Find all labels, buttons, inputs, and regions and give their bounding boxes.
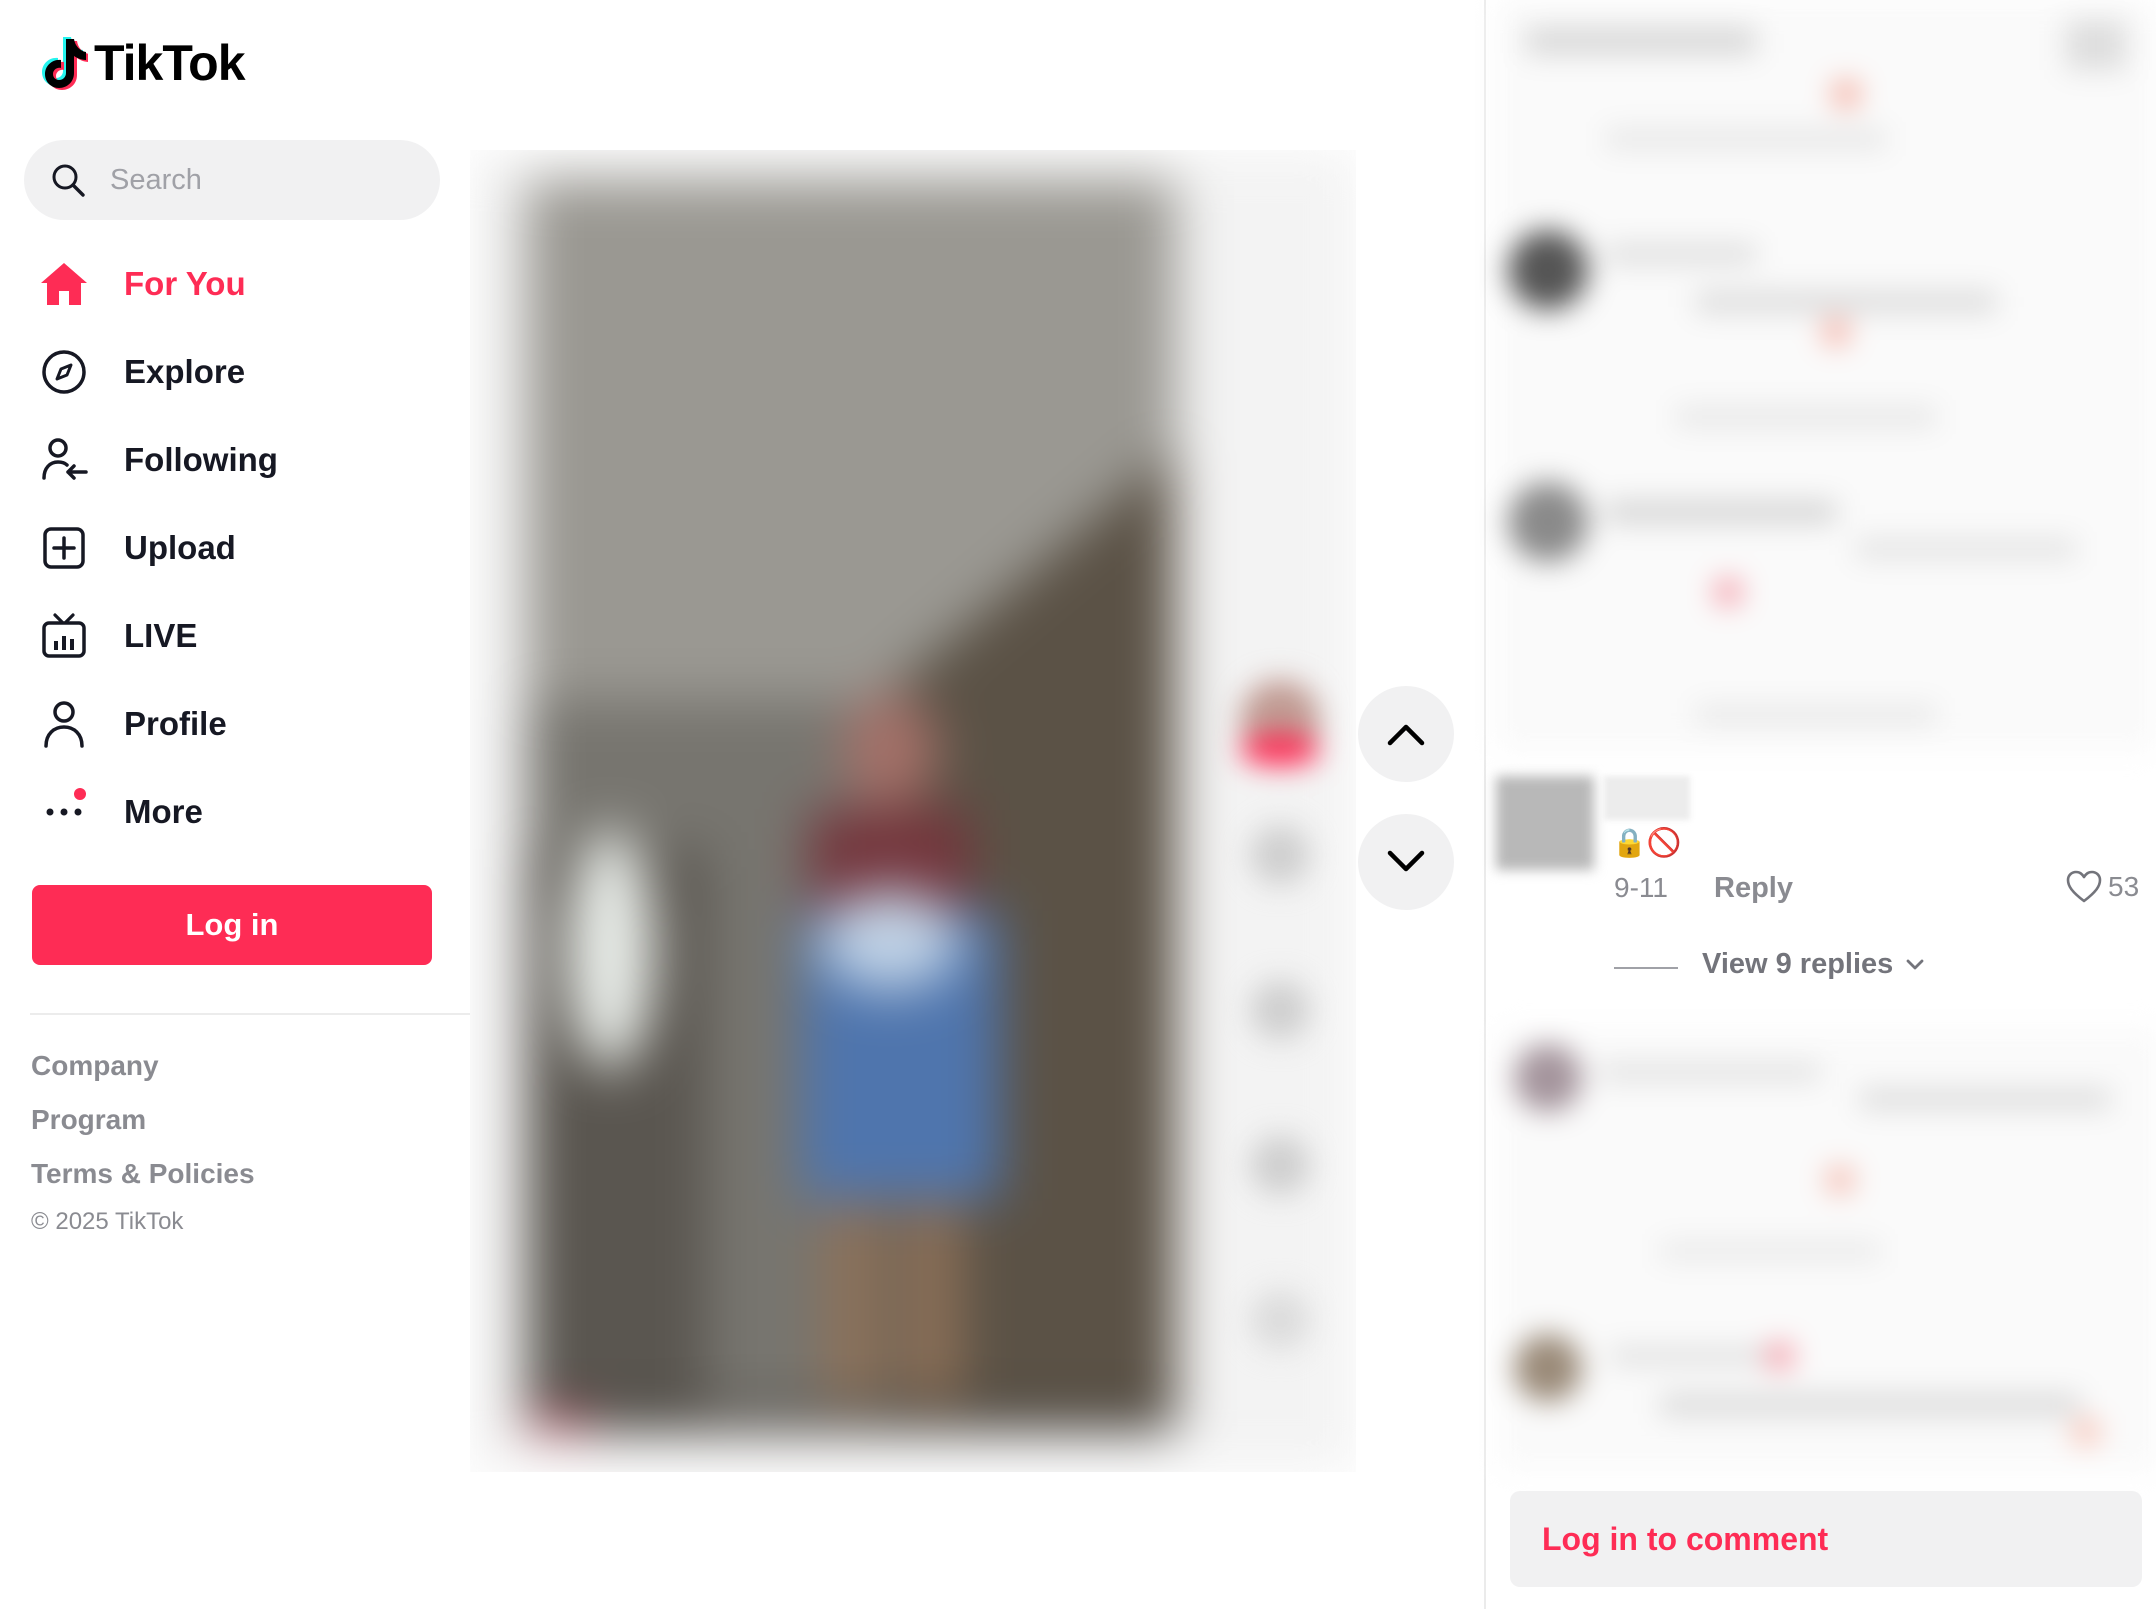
nav-item-explore[interactable]: Explore xyxy=(36,340,436,404)
view-replies-button[interactable]: View 9 replies xyxy=(1702,948,1925,981)
panel-divider xyxy=(1484,0,1486,1609)
comment-avatar[interactable] xyxy=(1496,776,1594,870)
nav-label: More xyxy=(124,793,203,830)
comments-list-blurred-bottom xyxy=(1500,1030,2156,1470)
footer-link-terms[interactable]: Terms & Policies xyxy=(31,1158,255,1190)
nav-item-for-you[interactable]: For You xyxy=(36,252,436,316)
search-bar[interactable] xyxy=(24,140,440,220)
compass-icon xyxy=(36,344,92,400)
footer-link-program[interactable]: Program xyxy=(31,1104,146,1136)
profile-icon xyxy=(36,696,92,752)
comment-like-button[interactable]: 53 xyxy=(2066,870,2139,904)
login-button[interactable]: Log in xyxy=(32,885,432,965)
next-video-button[interactable] xyxy=(1358,814,1454,910)
chevron-down-icon xyxy=(1387,850,1425,872)
tiktok-logo[interactable]: TikTok xyxy=(38,34,246,92)
sidebar-divider xyxy=(30,1013,470,1015)
nav-item-live[interactable]: LIVE xyxy=(36,604,436,668)
nav-item-profile[interactable]: Profile xyxy=(36,692,436,756)
following-icon xyxy=(36,432,92,488)
search-icon xyxy=(48,160,88,200)
view-replies-label: View 9 replies xyxy=(1702,948,1894,980)
nav-label: Following xyxy=(124,441,278,478)
home-icon xyxy=(36,256,92,312)
login-to-comment-box[interactable]: Log in to comment xyxy=(1510,1491,2142,1587)
nav-item-more[interactable]: More xyxy=(36,780,436,844)
reply-button[interactable]: Reply xyxy=(1714,872,1793,905)
video-action-column xyxy=(1220,620,1360,1470)
nav-item-upload[interactable]: Upload xyxy=(36,516,436,580)
upload-icon xyxy=(36,520,92,576)
comment-date: 9-11 xyxy=(1614,872,1668,903)
copyright-text: © 2025 TikTok xyxy=(31,1208,184,1235)
nav-label: Explore xyxy=(124,353,246,390)
logo-wordmark: TikTok xyxy=(94,35,246,91)
comment-username[interactable] xyxy=(1604,776,1690,820)
live-icon xyxy=(36,608,92,664)
nav-item-following[interactable]: Following xyxy=(36,428,436,492)
like-count: 53 xyxy=(2108,871,2140,902)
comments-list-blurred-top xyxy=(1496,0,2156,750)
nav-label: Profile xyxy=(124,705,227,742)
nav-label: Upload xyxy=(124,529,236,566)
search-input[interactable] xyxy=(108,162,412,198)
chevron-down-icon xyxy=(1906,959,1924,969)
chevron-up-icon xyxy=(1387,724,1425,746)
previous-video-button[interactable] xyxy=(1358,686,1454,782)
nav-label: For You xyxy=(124,265,246,302)
login-to-comment-label: Log in to comment xyxy=(1542,1520,1829,1557)
more-icon xyxy=(36,784,92,840)
heart-icon xyxy=(2066,870,2102,903)
notification-dot xyxy=(74,788,86,800)
nav-label: LIVE xyxy=(124,617,198,654)
comment-text: 🔒🚫 xyxy=(1612,827,1682,858)
replies-divider-line xyxy=(1614,967,1678,969)
footer-link-company[interactable]: Company xyxy=(31,1050,159,1082)
tiktok-note-icon xyxy=(42,37,88,90)
